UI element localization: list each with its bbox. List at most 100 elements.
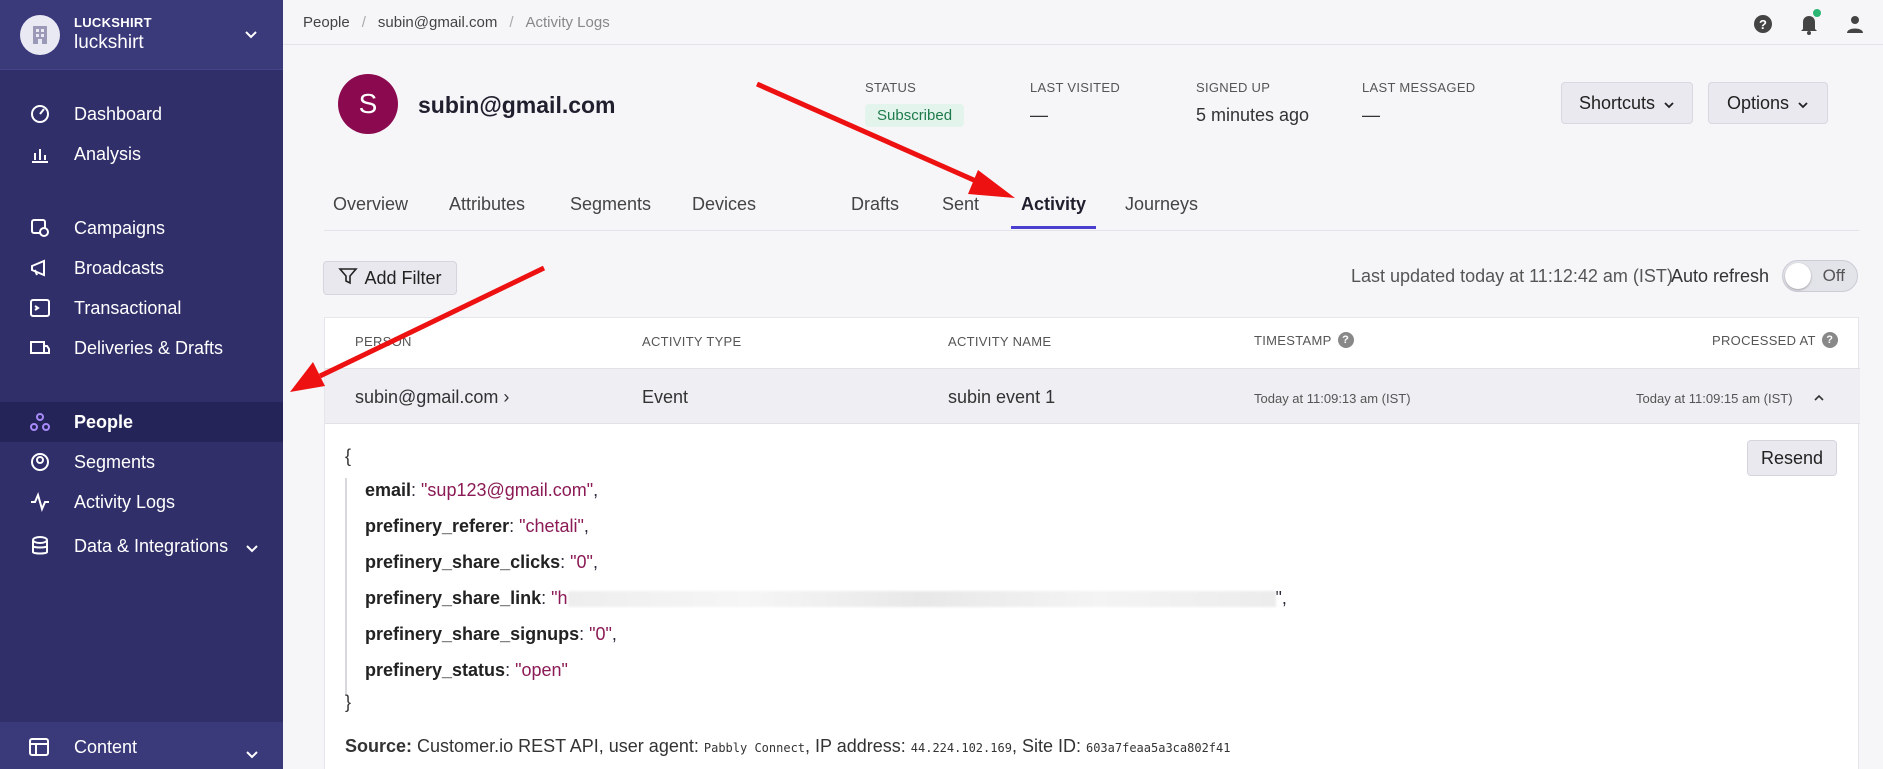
sidebar-item-broadcasts[interactable]: Broadcasts (0, 248, 283, 288)
terminal-icon (28, 296, 52, 320)
sidebar-item-label: People (74, 411, 134, 432)
table-row[interactable]: subin@gmail.com › Event subin event 1 To… (325, 368, 1860, 424)
layout-icon (28, 735, 52, 759)
breadcrumb-separator: / (509, 13, 514, 31)
tab-attributes[interactable]: Attributes (449, 194, 525, 229)
column-header-person: PERSON (355, 334, 412, 349)
column-header-activity-name: ACTIVITY NAME (948, 334, 1052, 349)
json-line-share-link: prefinery_share_link: "h ", (365, 588, 1287, 608)
notification-dot (1813, 9, 1821, 17)
stat-last-visited: LAST VISITED — (1030, 80, 1120, 126)
bar-chart-icon (28, 142, 52, 166)
workspace-switcher[interactable]: LUCKSHIRT luckshirt (0, 0, 283, 70)
svg-text:?: ? (1759, 17, 1767, 32)
workspace-org: LUCKSHIRT (74, 15, 152, 30)
source-text: , IP address: (805, 736, 906, 756)
row-activity-name: subin event 1 (948, 387, 1056, 407)
sidebar-item-data-integrations[interactable]: Data & Integrations (0, 526, 283, 566)
column-header-processed-at: PROCESSED AT? (1712, 332, 1838, 348)
json-open-brace: { (345, 446, 352, 466)
chevron-down-icon (239, 30, 263, 40)
json-line-status: prefinery_status: "open" (365, 660, 568, 680)
stat-value: — (1030, 105, 1048, 125)
auto-refresh-toggle[interactable]: Off (1782, 260, 1858, 292)
resend-button[interactable]: Resend (1747, 440, 1837, 476)
redacted-value (567, 591, 1276, 608)
sidebar-item-label: Dashboard (74, 103, 163, 124)
sidebar-item-deliveries-drafts[interactable]: Deliveries & Drafts (0, 328, 283, 368)
tab-activity[interactable]: Activity (1011, 194, 1097, 229)
user-icon[interactable] (1843, 12, 1867, 36)
breadcrumb-people[interactable]: People (303, 14, 350, 31)
stat-label: SIGNED UP (1196, 80, 1271, 95)
column-header-activity-type: ACTIVITY TYPE (642, 334, 742, 349)
last-updated-text: Last updated today at 11:12:42 am (IST) (1351, 266, 1673, 286)
megaphone-icon (28, 256, 52, 280)
workspace-name: luckshirt (74, 32, 144, 53)
sidebar: LUCKSHIRT luckshirt Dashboard Analysis C… (0, 0, 283, 769)
sidebar-item-dashboard[interactable]: Dashboard (0, 94, 283, 134)
tab-devices[interactable]: Devices (692, 194, 756, 229)
tab-sent[interactable]: Sent (942, 194, 979, 229)
sidebar-item-content[interactable]: Content (0, 722, 283, 769)
button-label: Add Filter (364, 267, 442, 288)
tab-overview[interactable]: Overview (333, 194, 408, 229)
activity-table: PERSON ACTIVITY TYPE ACTIVITY NAME TIMES… (324, 317, 1860, 769)
ip-address: 44.224.102.169 (910, 741, 1012, 755)
chevron-down-icon (245, 744, 259, 765)
row-person-link[interactable]: subin@gmail.com › (355, 387, 509, 408)
row-timestamp: Today at 11:09:13 am (IST) (1254, 391, 1411, 406)
breadcrumb-current: Activity Logs (525, 13, 610, 31)
sidebar-item-label: Campaigns (74, 217, 166, 238)
button-label: Shortcuts (1578, 92, 1656, 113)
sidebar-item-campaigns[interactable]: Campaigns (0, 208, 283, 248)
tab-drafts[interactable]: Drafts (851, 194, 899, 229)
options-button[interactable]: Options (1708, 82, 1828, 124)
row-processed-at: Today at 11:09:15 am (IST) (1636, 391, 1793, 406)
database-icon (28, 534, 52, 558)
avatar: S (338, 74, 398, 134)
stat-label: LAST MESSAGED (1362, 80, 1476, 95)
help-icon[interactable]: ? (1821, 332, 1838, 348)
help-icon[interactable]: ? (1751, 12, 1775, 36)
toggle-knob (1785, 263, 1811, 289)
stat-status: STATUS Subscribed (865, 80, 965, 127)
stat-signed-up: SIGNED UP 5 minutes ago (1196, 80, 1309, 126)
add-filter-button[interactable]: Add Filter (323, 261, 457, 295)
toggle-label: Off (1822, 266, 1845, 285)
tab-segments[interactable]: Segments (570, 194, 651, 229)
tab-bar: Overview Attributes Segments Devices Dra… (324, 184, 1859, 231)
auto-refresh-label: Auto refresh (1671, 266, 1770, 286)
source-label: Source: (345, 736, 413, 756)
stat-value: — (1362, 105, 1380, 125)
json-close-brace: } (345, 692, 352, 712)
building-icon (20, 14, 60, 55)
chevron-down-icon (1663, 93, 1675, 114)
bell-icon[interactable] (1797, 9, 1821, 36)
site-id: 603a7feaa5a3ca802f41 (1085, 741, 1231, 755)
sidebar-item-label: Activity Logs (74, 491, 176, 512)
people-icon (28, 410, 52, 434)
json-line-share-signups: prefinery_share_signups: "0", (365, 624, 617, 644)
page-title: subin@gmail.com (418, 92, 616, 118)
source-text: , Site ID: (1011, 736, 1081, 756)
pulse-icon (28, 490, 52, 514)
chevron-up-icon[interactable] (1813, 389, 1825, 407)
column-header-timestamp: TIMESTAMP? (1254, 332, 1354, 348)
sidebar-item-label: Segments (74, 451, 156, 472)
status-badge: Subscribed (865, 104, 965, 127)
sidebar-item-people[interactable]: People (0, 402, 283, 442)
json-line-referer: prefinery_referer: "chetali", (365, 516, 589, 536)
sidebar-item-label: Data & Integrations (74, 535, 229, 556)
tab-journeys[interactable]: Journeys (1125, 194, 1198, 229)
sidebar-item-segments[interactable]: Segments (0, 442, 283, 482)
sidebar-item-label: Broadcasts (74, 257, 165, 278)
shortcuts-button[interactable]: Shortcuts (1561, 82, 1693, 124)
help-icon[interactable]: ? (1337, 332, 1354, 348)
sidebar-item-analysis[interactable]: Analysis (0, 134, 283, 174)
chevron-down-icon (245, 538, 259, 559)
sidebar-item-transactional[interactable]: Transactional (0, 288, 283, 328)
breadcrumb-person[interactable]: subin@gmail.com (378, 14, 497, 31)
sidebar-item-activity-logs[interactable]: Activity Logs (0, 482, 283, 522)
user-agent: Pabbly Connect (703, 741, 806, 755)
